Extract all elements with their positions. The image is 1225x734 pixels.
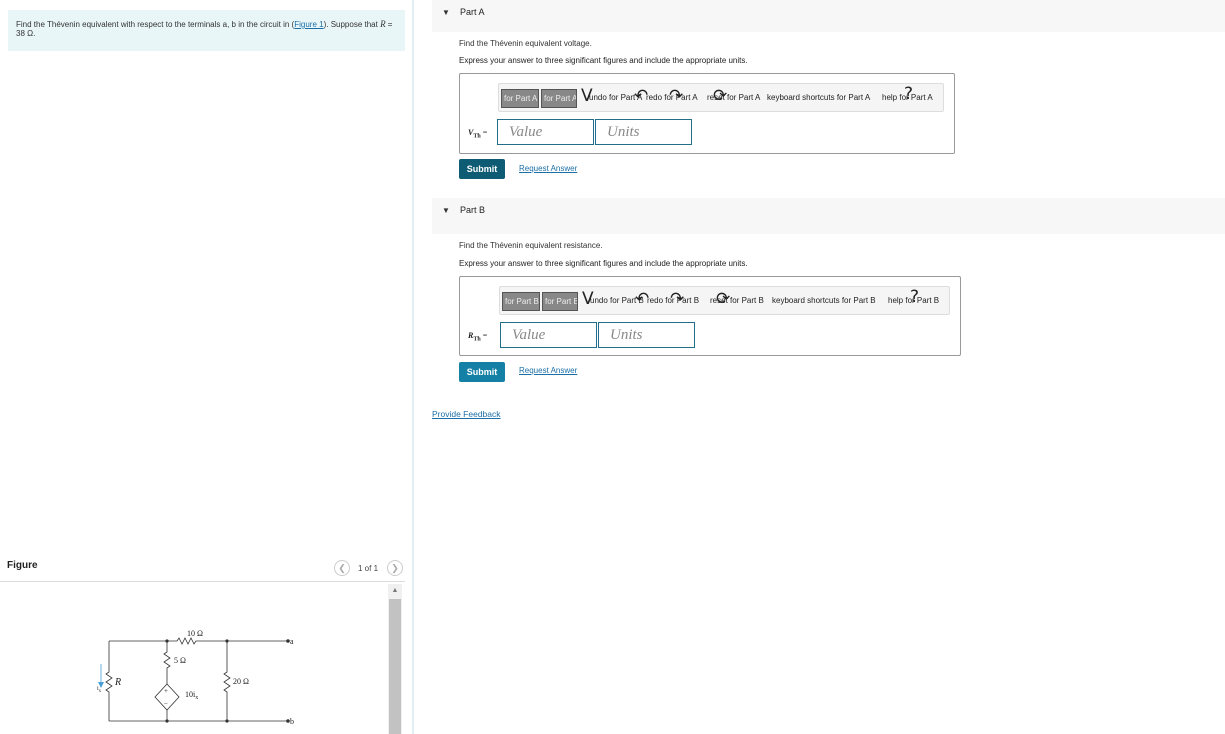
label-20-ohm: 20 Ω [233,677,249,686]
units-input[interactable]: Units [598,322,695,348]
keyboard-shortcuts-button[interactable]: keyboard shortcuts for Part B [772,296,876,305]
problem-text: Find the Thévenin equivalent with respec… [16,20,295,29]
label-terminal-b: b [290,717,294,726]
label-10-ohm: 10 Ω [187,629,203,638]
figure-title: Figure [7,560,38,571]
label-R: R [114,677,121,688]
problem-statement: Find the Thévenin equivalent with respec… [8,10,405,51]
resistor-20 [223,641,231,721]
problem-text-2: ). Suppose that [323,20,381,29]
scrollbar-thumb[interactable] [389,599,401,734]
part-b-instruction: Express your answer to three significant… [459,259,748,268]
part-b-title: Part B [460,205,486,215]
label-5-ohm: 5 Ω [174,656,186,665]
keyboard-shortcuts-button[interactable]: keyboard shortcuts for Part A [767,93,870,102]
part-a-answer-label: VTh = [468,128,488,140]
units-input[interactable]: Units [595,119,692,145]
part-b-answer-box: for Part B for Part B V undo for Part B … [459,276,961,356]
part-b-submit-button[interactable]: Submit [459,362,505,382]
figure-scrollbar[interactable]: ▲ [388,584,402,734]
part-b-question: Find the Thévenin equivalent resistance. [459,241,603,250]
value-input[interactable]: Value [500,322,597,348]
figure-header: Figure ❮ 1 of 1 ❯ [0,556,405,582]
label-terminal-a: a [290,637,294,646]
part-a-answer-box: for Part A for Part A V undo for Part A … [459,73,955,154]
resistor-5 [163,641,171,684]
part-b-header[interactable]: ▼ Part B [432,198,1225,234]
part-a-header[interactable]: ▼ Part A [432,0,1225,32]
figure-page-count: 1 of 1 [358,564,379,573]
part-a-submit-button[interactable]: Submit [459,159,505,179]
value-input[interactable]: Value [497,119,594,145]
label-source: 10ix [185,690,198,701]
part-a-question: Find the Thévenin equivalent voltage. [459,39,592,48]
part-b-request-answer-link[interactable]: Request Answer [519,366,577,375]
part-a-request-answer-link[interactable]: Request Answer [519,164,577,173]
caret-down-icon[interactable]: ▼ [442,8,450,17]
chevron-right-icon[interactable]: ❯ [387,560,403,576]
reset-icon[interactable]: ⟳ [713,86,727,106]
scroll-up-icon[interactable]: ▲ [388,584,402,598]
part-a-instruction: Express your answer to three significant… [459,56,748,65]
chevron-left-icon[interactable]: ❮ [334,560,350,576]
help-icon[interactable]: ? [904,84,913,104]
templates-button[interactable]: for Part B [502,292,540,311]
symbols-button[interactable]: for Part A [541,89,577,108]
problem-pane: Find the Thévenin equivalent with respec… [0,0,414,734]
redo-icon[interactable]: ↷ [669,86,683,106]
label-minus: − [164,700,168,708]
top-wire [109,637,288,645]
help-icon[interactable]: ? [910,287,919,307]
label-plus: + [164,687,168,695]
redo-icon[interactable]: ↷ [670,289,684,309]
part-b-math-toolbar: for Part B for Part B V undo for Part B … [499,286,950,315]
part-a-math-toolbar: for Part A for Part A V undo for Part A … [498,83,944,112]
reset-icon[interactable]: ⟳ [716,289,730,309]
caret-down-icon[interactable]: ▼ [442,206,450,215]
symbols-button[interactable]: for Part B [542,292,578,311]
provide-feedback-link[interactable]: Provide Feedback [432,409,501,419]
circuit-diagram: 10 Ω 5 Ω 20 Ω R 10ix ix + − a b [97,629,294,726]
resistor-R [105,641,113,721]
figure-link[interactable]: Figure 1 [294,20,323,29]
part-a-title: Part A [460,7,485,17]
part-b-answer-label: RTh = [468,331,488,343]
templates-button[interactable]: for Part A [501,89,539,108]
